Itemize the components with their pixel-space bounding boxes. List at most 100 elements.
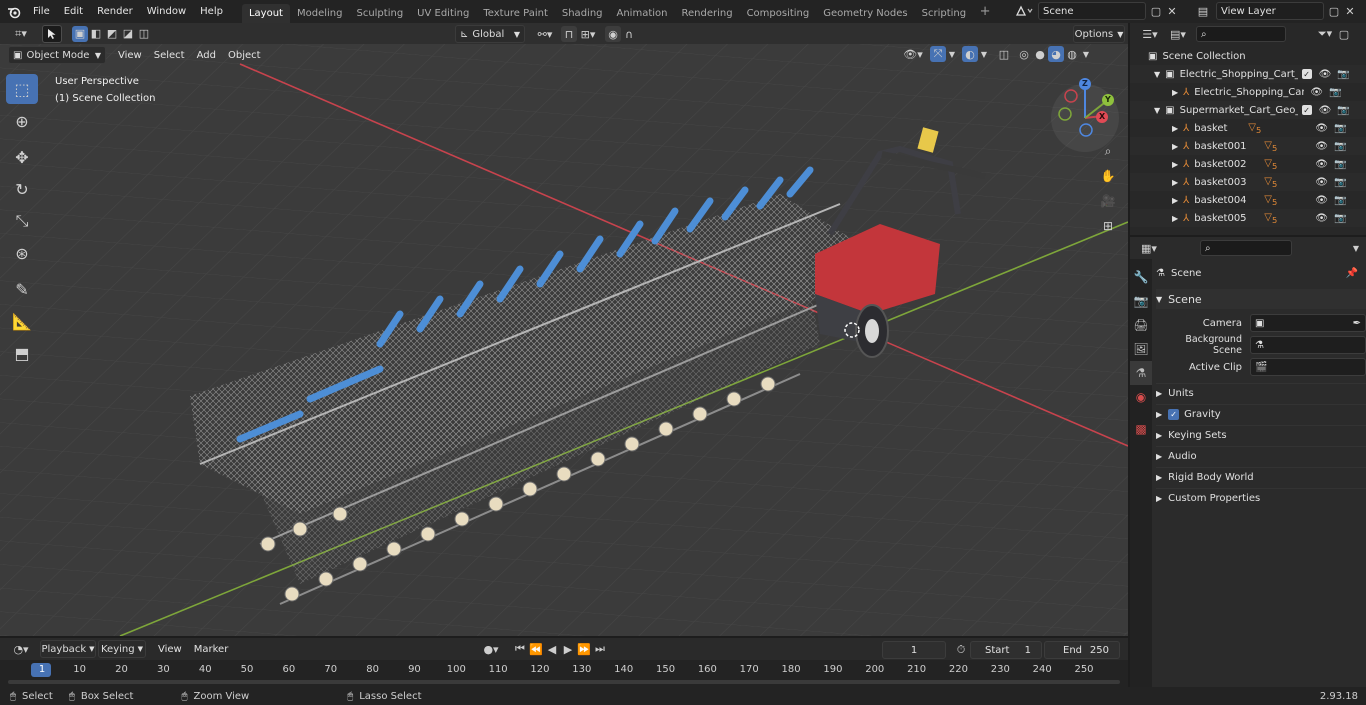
texture-tab-icon[interactable]: ▩ bbox=[1130, 417, 1152, 441]
menu-select[interactable]: Select bbox=[148, 50, 191, 61]
tab-scripting[interactable]: Scripting bbox=[915, 4, 973, 23]
camera-view-icon[interactable]: 🎥 bbox=[1097, 190, 1119, 212]
transform-tool-icon[interactable]: ⊛ bbox=[6, 238, 38, 268]
cursor-tool-icon[interactable]: ⊕ bbox=[6, 106, 38, 136]
outliner-row-supermarket-collection[interactable]: ▼ ▣ Supermarket_Cart_Geo_2 ✓ 👁 📷 bbox=[1130, 101, 1366, 119]
jump-end-icon[interactable]: ⏭ bbox=[592, 641, 608, 657]
camera-icon[interactable]: 📷 bbox=[1337, 105, 1349, 116]
new-view-layer-icon[interactable]: ▢ bbox=[1326, 3, 1342, 19]
playback-dropdown[interactable]: Playback ▼ bbox=[40, 640, 96, 658]
expand-arrow-icon[interactable]: ▶ bbox=[1172, 160, 1178, 169]
xray-toggle-icon[interactable]: ◫ bbox=[996, 46, 1012, 62]
material-preview-icon[interactable]: ◕ bbox=[1048, 46, 1064, 62]
tab-animation[interactable]: Animation bbox=[610, 4, 675, 23]
measure-tool-icon[interactable]: 📐 bbox=[6, 306, 38, 336]
filter-icon[interactable]: ⏷▾ bbox=[1314, 26, 1336, 42]
expand-arrow-icon[interactable]: ▶ bbox=[1172, 178, 1178, 187]
eye-icon[interactable]: 👁 bbox=[1315, 123, 1328, 134]
select-intersect-icon[interactable]: ◫ bbox=[136, 26, 152, 42]
eyedropper-icon[interactable]: ✒ bbox=[1353, 318, 1361, 329]
3d-viewport[interactable]: User Perspective (1) Scene Collection Z … bbox=[0, 44, 1128, 636]
tab-modeling[interactable]: Modeling bbox=[290, 4, 350, 23]
shading-dropdown-icon[interactable]: ▼ bbox=[1080, 46, 1092, 62]
jump-keyframe-back-icon[interactable]: ⏪ bbox=[528, 641, 544, 657]
timeline-scrollbar[interactable] bbox=[8, 680, 1120, 684]
active-clip-field[interactable]: 🎬 bbox=[1250, 358, 1366, 376]
record-icon[interactable]: ●▾ bbox=[480, 641, 502, 657]
outliner-row-electric-cart-object[interactable]: ▶ ⅄ Electric_Shopping_Cart_R 👁 📷 bbox=[1130, 83, 1366, 101]
falloff-icon[interactable]: ∩ bbox=[621, 26, 637, 42]
tab-uv-editing[interactable]: UV Editing bbox=[410, 4, 476, 23]
keying-sets-panel-header[interactable]: ▶ Keying Sets bbox=[1156, 425, 1366, 445]
end-frame-field[interactable]: End 250 bbox=[1044, 641, 1120, 659]
camera-field[interactable]: ▣ ✒ bbox=[1250, 314, 1366, 332]
solid-shading-icon[interactable]: ● bbox=[1032, 46, 1048, 62]
outliner-row-basket002[interactable]: ▶ ⅄ basket002 ▽5 👁 📷 bbox=[1130, 155, 1366, 173]
menu-add[interactable]: Add bbox=[191, 50, 222, 61]
tab-geometry-nodes[interactable]: Geometry Nodes bbox=[816, 4, 914, 23]
new-collection-icon[interactable]: ▢ bbox=[1336, 26, 1352, 42]
camera-icon[interactable]: 📷 bbox=[1334, 141, 1346, 152]
select-invert-icon[interactable]: ◪ bbox=[120, 26, 136, 42]
camera-icon[interactable]: 📷 bbox=[1334, 177, 1346, 188]
camera-icon[interactable]: 📷 bbox=[1329, 87, 1341, 98]
gizmo-toggle-icon[interactable]: ⤧ bbox=[930, 46, 946, 62]
expand-arrow-icon[interactable]: ▶ bbox=[1172, 196, 1178, 205]
select-tool-button[interactable] bbox=[42, 24, 62, 43]
outliner-row-basket004[interactable]: ▶ ⅄ basket004 ▽5 👁 📷 bbox=[1130, 191, 1366, 209]
proportional-edit-icon[interactable]: ◉ bbox=[605, 26, 621, 42]
snap-icon[interactable]: ⊓ bbox=[561, 26, 577, 42]
pivot-point-icon[interactable]: ⚯▾ bbox=[533, 26, 557, 42]
eye-icon[interactable]: 👁 bbox=[1315, 195, 1328, 206]
expand-arrow-icon[interactable]: ▶ bbox=[1172, 214, 1178, 223]
zoom-icon[interactable]: ⌕ bbox=[1097, 140, 1119, 162]
delete-view-layer-icon[interactable]: ✕ bbox=[1342, 3, 1358, 19]
gravity-checkbox[interactable]: ✓ bbox=[1168, 409, 1180, 420]
timeline-editor-type-icon[interactable]: ◔▾ bbox=[8, 641, 34, 657]
grid-toggle-icon[interactable]: ⊞ bbox=[1097, 215, 1119, 237]
menu-render[interactable]: Render bbox=[90, 0, 140, 23]
outliner-search-input[interactable]: ⌕ bbox=[1196, 26, 1286, 42]
object-mode-dropdown[interactable]: ▣ Object Mode ▼ bbox=[8, 46, 106, 64]
scene-section-header[interactable]: ▼ Scene bbox=[1156, 289, 1366, 309]
rendered-shading-icon[interactable]: ◍ bbox=[1064, 46, 1080, 62]
menu-window[interactable]: Window bbox=[140, 0, 193, 23]
tab-sculpting[interactable]: Sculpting bbox=[349, 4, 410, 23]
camera-icon[interactable]: 📷 bbox=[1337, 69, 1349, 80]
view-layer-tab-icon[interactable]: 🖼 bbox=[1130, 337, 1152, 361]
custom-properties-panel-header[interactable]: ▶ Custom Properties bbox=[1156, 488, 1366, 508]
jump-keyframe-forward-icon[interactable]: ⏩ bbox=[576, 641, 592, 657]
tab-shading[interactable]: Shading bbox=[555, 4, 610, 23]
properties-search-input[interactable]: ⌕ bbox=[1200, 240, 1292, 256]
play-reverse-icon[interactable]: ◀ bbox=[544, 641, 560, 657]
select-subtract-icon[interactable]: ◩ bbox=[104, 26, 120, 42]
overlay-dropdown-icon[interactable]: ▼ bbox=[978, 46, 990, 62]
camera-icon[interactable]: 📷 bbox=[1334, 195, 1346, 206]
tab-compositing[interactable]: Compositing bbox=[740, 4, 817, 23]
rotate-tool-icon[interactable]: ↻ bbox=[6, 174, 38, 204]
rigid-body-world-panel-header[interactable]: ▶ Rigid Body World bbox=[1156, 467, 1366, 487]
new-scene-icon[interactable]: ▢ bbox=[1148, 3, 1164, 19]
select-box-tool-icon[interactable]: ⬚ bbox=[6, 74, 38, 104]
eye-icon[interactable]: 👁 bbox=[1315, 159, 1328, 170]
play-icon[interactable]: ▶ bbox=[560, 641, 576, 657]
add-workspace-icon[interactable]: + bbox=[977, 4, 993, 20]
display-mode-icon[interactable]: ▤▾ bbox=[1166, 26, 1190, 42]
add-cube-tool-icon[interactable]: ⬒ bbox=[6, 338, 38, 368]
tab-layout[interactable]: Layout bbox=[241, 4, 290, 23]
menu-view[interactable]: View bbox=[112, 50, 148, 61]
timeline-ruler[interactable]: 1 10 20 30 40 50 60 70 80 90 100 110 120 130 140 150 160… bbox=[0, 660, 1128, 687]
hand-pan-icon[interactable]: ✋ bbox=[1097, 165, 1119, 187]
properties-editor-type-icon[interactable]: ▦▾ bbox=[1136, 240, 1162, 256]
select-extend-icon[interactable]: ◧ bbox=[88, 26, 104, 42]
outliner-row-basket[interactable]: ▶ ⅄ basket ▽5 👁 📷 bbox=[1130, 119, 1366, 137]
timeline-menu-view[interactable]: View bbox=[152, 644, 188, 655]
outliner-row-basket001[interactable]: ▶ ⅄ basket001 ▽5 👁 📷 bbox=[1130, 137, 1366, 155]
expand-arrow-icon[interactable]: ▶ bbox=[1172, 142, 1178, 151]
camera-icon[interactable]: 📷 bbox=[1334, 159, 1346, 170]
outliner-row-basket003[interactable]: ▶ ⅄ basket003 ▽5 👁 📷 bbox=[1130, 173, 1366, 191]
properties-options-icon[interactable]: ▼ bbox=[1348, 240, 1364, 256]
delete-scene-icon[interactable]: ✕ bbox=[1164, 3, 1180, 19]
overlay-toggle-icon[interactable]: ◐ bbox=[962, 46, 978, 62]
outliner-row-scene-collection[interactable]: ▣ Scene Collection bbox=[1130, 47, 1366, 65]
